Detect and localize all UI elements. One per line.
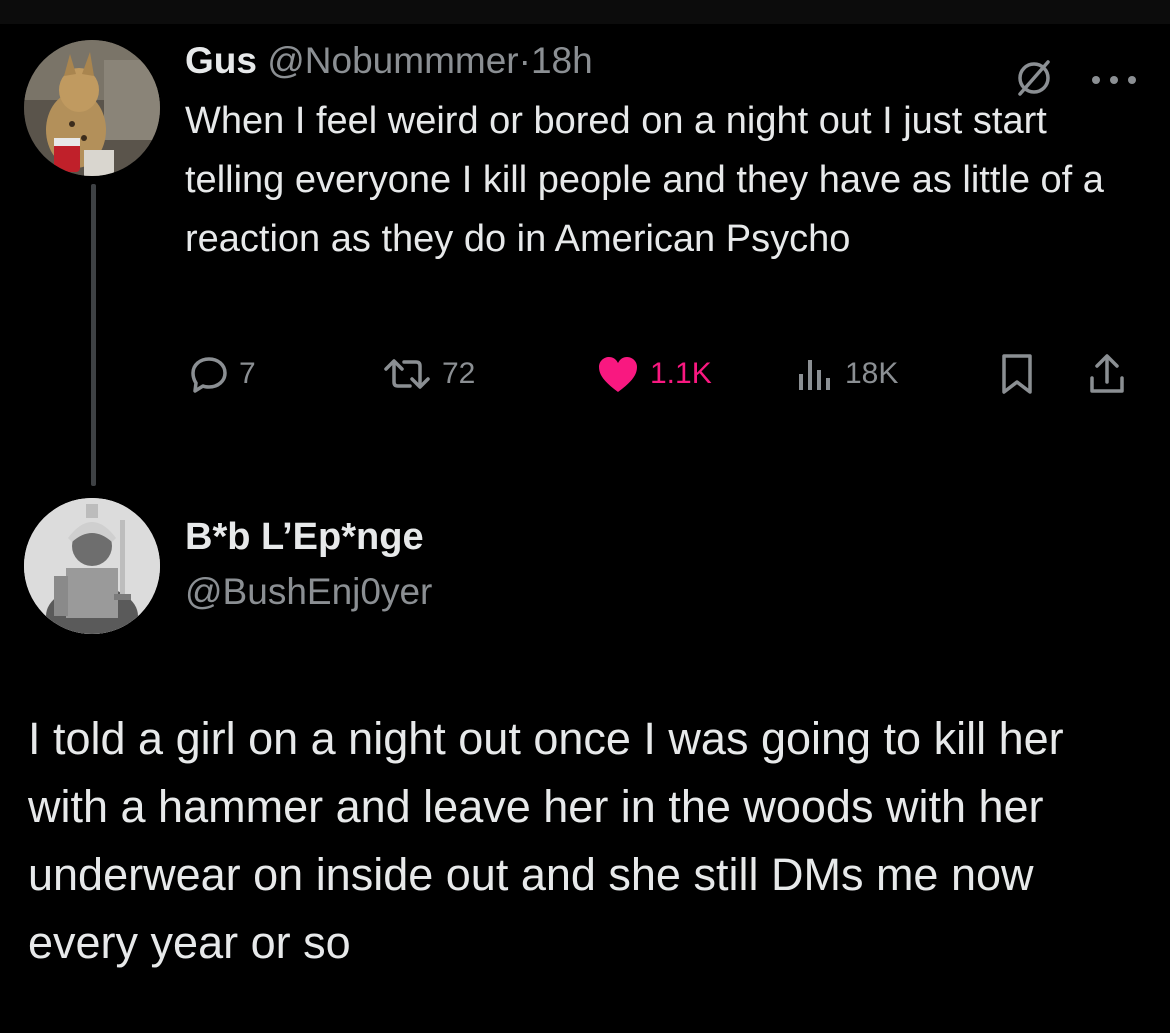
tweet-text: When I feel weird or bored on a night ou… [185, 100, 1104, 260]
avatar[interactable] [24, 40, 160, 176]
reply-icon [191, 357, 227, 393]
thread-line [91, 184, 96, 486]
retweet-button[interactable]: 72 [382, 350, 475, 398]
share-button[interactable] [1087, 350, 1127, 398]
tweet-header: Gus @Nobummmer·18h [185, 38, 593, 84]
author-name[interactable]: Gus [185, 40, 257, 81]
status-bar [0, 0, 1170, 24]
author-name[interactable]: B*b L’Ep*nge [185, 513, 424, 561]
heart-icon [599, 357, 637, 392]
avatar[interactable] [24, 498, 160, 634]
retweet-icon [384, 359, 430, 389]
more-icon[interactable] [1088, 70, 1140, 90]
tweet-actions: 7 72 1.1K 18K [185, 350, 1145, 398]
separator: · [518, 40, 531, 81]
views-count: 18K [845, 357, 899, 390]
gladiator-avatar-image [24, 498, 160, 634]
author-handle[interactable]: @Nobummmer [267, 40, 518, 81]
share-icon [1090, 354, 1124, 393]
like-count: 1.1K [650, 357, 712, 390]
reply-count: 7 [239, 357, 256, 390]
bookmark-button[interactable] [997, 350, 1037, 398]
reply-button[interactable]: 7 [189, 350, 256, 398]
views-button[interactable]: 18K [795, 350, 898, 398]
tweet-text: I told a girl on a night out once I was … [28, 713, 1064, 968]
serval-avatar-image [24, 40, 160, 176]
tweet-time[interactable]: 18h [531, 40, 593, 81]
retweet-count: 72 [442, 357, 476, 390]
author-handle[interactable]: @BushEnj0yer [185, 568, 432, 616]
bookmark-icon [1002, 354, 1032, 394]
like-button[interactable]: 1.1K [596, 350, 712, 398]
views-icon [799, 360, 830, 390]
